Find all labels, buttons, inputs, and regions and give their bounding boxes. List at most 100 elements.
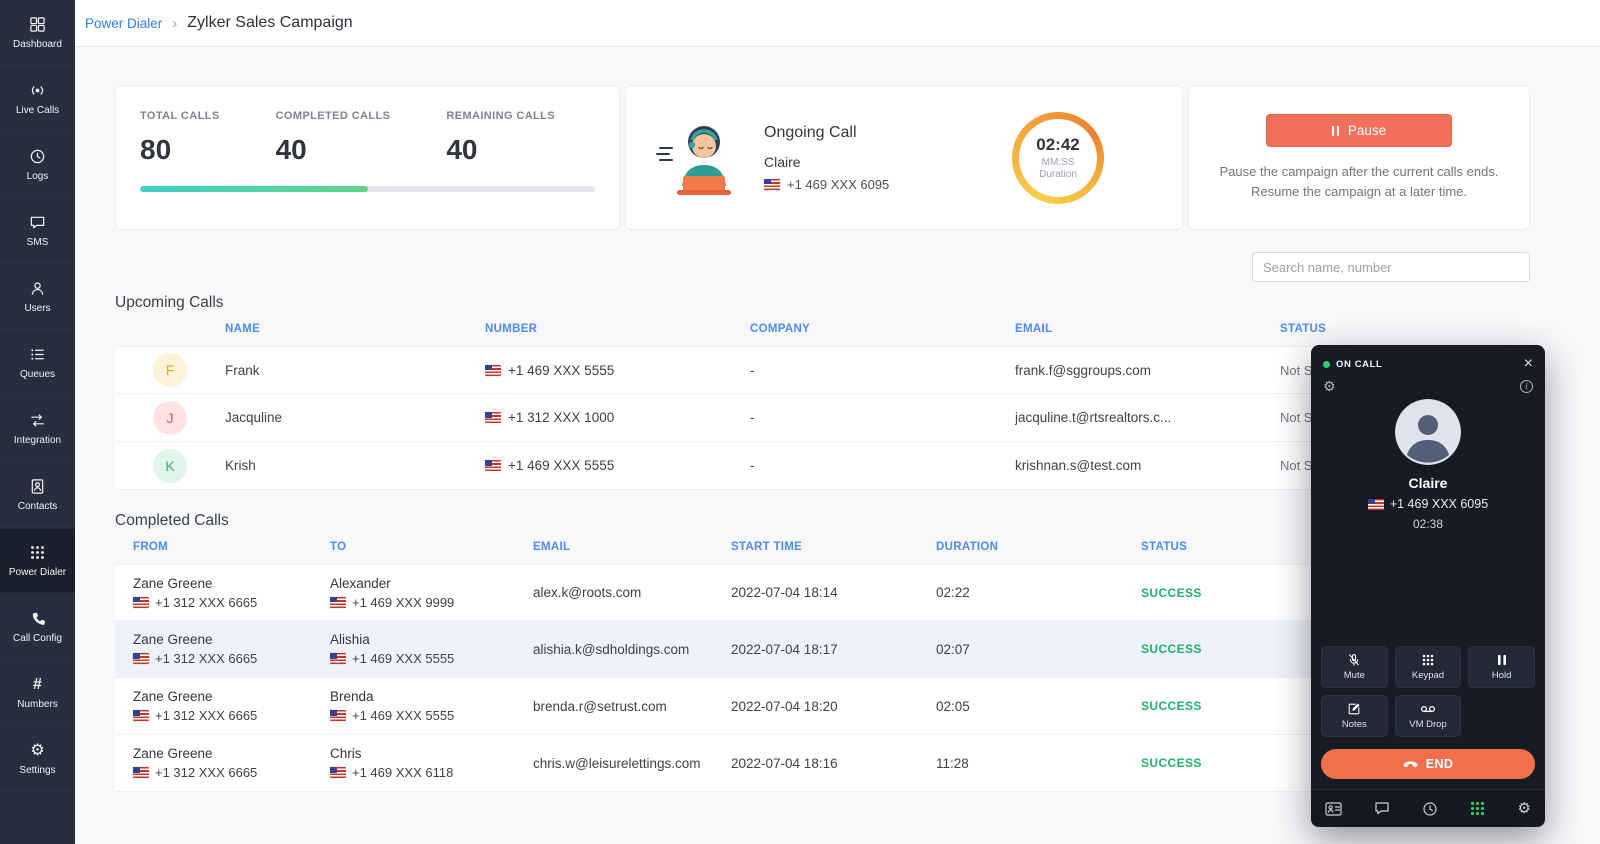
- topbar: Power Dialer › Zylker Sales Campaign: [75, 0, 1600, 47]
- contact-name: Jacquline: [225, 410, 485, 425]
- start-time-cell: 2022-07-04 18:17: [731, 642, 936, 657]
- vm-drop-button[interactable]: VM Drop: [1395, 695, 1462, 737]
- col-header-duration: DURATION: [936, 541, 1141, 553]
- sidebar-item-integration[interactable]: Integration: [0, 396, 75, 462]
- to-cell: Brenda+1 469 XXX 5555: [330, 689, 533, 723]
- breadcrumb-parent-link[interactable]: Power Dialer: [85, 16, 162, 31]
- contact-avatar: F: [153, 353, 187, 387]
- vm-drop-icon: [1420, 702, 1436, 716]
- sidebar-item-users[interactable]: Users: [0, 264, 75, 330]
- keypad-icon: [1422, 653, 1434, 667]
- sidebar-item-live-calls[interactable]: Live Calls: [0, 66, 75, 132]
- sidebar-item-settings[interactable]: ⚙ Settings: [0, 726, 75, 792]
- search-input[interactable]: [1252, 252, 1530, 282]
- numbers-icon: #: [33, 676, 42, 694]
- hold-icon: [1497, 653, 1507, 667]
- start-time-cell: 2022-07-04 18:14: [731, 585, 936, 600]
- caller-number: +1 469 XXX 6095: [1311, 497, 1545, 511]
- mute-button[interactable]: Mute: [1321, 646, 1388, 688]
- keypad-button[interactable]: Keypad: [1395, 646, 1462, 688]
- remaining-calls-stat: REMAINING CALLS 40: [446, 110, 555, 166]
- breadcrumb-separator: ›: [172, 15, 177, 32]
- col-header-start-time: START TIME: [731, 541, 936, 553]
- contact-company: -: [750, 410, 1015, 425]
- queues-icon: [29, 346, 46, 364]
- contact-number: +1 469 XXX 5555: [485, 363, 750, 378]
- ongoing-call-card: Ongoing Call Claire +1 469 XXX 6095 02:4…: [625, 85, 1183, 230]
- settings-icon: ⚙: [30, 742, 44, 760]
- from-cell: Zane Greene+1 312 XXX 6665: [115, 632, 330, 666]
- integration-icon: [29, 412, 46, 430]
- contact-card-icon[interactable]: [1325, 802, 1342, 816]
- call-duration-ring: 02:42 MM:SS Duration: [1012, 112, 1104, 204]
- us-flag-icon: [330, 767, 346, 778]
- ongoing-caller-name: Claire: [764, 154, 889, 170]
- info-icon[interactable]: i: [1520, 380, 1533, 393]
- duration-cell: 11:28: [936, 756, 1141, 771]
- contact-email: krishnan.s@test.com: [1015, 458, 1280, 473]
- us-flag-icon: [133, 597, 149, 608]
- call-widget: ON CALL × ⚙ i Claire +1 469 XXX 6095 02:…: [1311, 345, 1545, 827]
- ongoing-caller-number: +1 469 XXX 6095: [764, 177, 889, 192]
- us-flag-icon: [764, 179, 780, 190]
- col-header-email: EMAIL: [1015, 323, 1280, 335]
- contact-number: +1 469 XXX 5555: [485, 458, 750, 473]
- chat-icon[interactable]: [1374, 801, 1390, 816]
- dialpad-icon[interactable]: [1470, 801, 1485, 816]
- sidebar-item-call-config[interactable]: Call Config: [0, 594, 75, 660]
- col-header-to: TO: [330, 541, 533, 553]
- col-header-company: COMPANY: [750, 323, 1015, 335]
- sidebar-item-logs[interactable]: Logs: [0, 132, 75, 198]
- sidebar-item-sms[interactable]: SMS: [0, 198, 75, 264]
- sidebar-item-dashboard[interactable]: Dashboard: [0, 0, 75, 66]
- us-flag-icon: [485, 460, 501, 471]
- us-flag-icon: [133, 767, 149, 778]
- us-flag-icon: [133, 710, 149, 721]
- col-header-name: NAME: [225, 323, 485, 335]
- call-controls: Mute Keypad Hold Notes VM Drop: [1311, 646, 1545, 737]
- from-cell: Zane Greene+1 312 XXX 6665: [115, 689, 330, 723]
- contact-company: -: [750, 363, 1015, 378]
- caller-name: Claire: [1311, 475, 1545, 491]
- pause-campaign-button[interactable]: Pause: [1266, 114, 1452, 147]
- duration-cell: 02:22: [936, 585, 1141, 600]
- hold-button[interactable]: Hold: [1468, 646, 1535, 688]
- upcoming-table-header: NAME NUMBER COMPANY EMAIL STATUS: [115, 312, 1530, 346]
- us-flag-icon: [330, 597, 346, 608]
- sidebar-item-power-dialer[interactable]: Power Dialer: [0, 528, 75, 594]
- call-config-icon: [30, 610, 46, 628]
- email-cell: alex.k@roots.com: [533, 585, 731, 600]
- contact-avatar: K: [153, 449, 187, 483]
- agent-illustration: [650, 112, 742, 204]
- contact-number: +1 312 XXX 1000: [485, 410, 750, 425]
- col-header-from: FROM: [115, 541, 330, 553]
- call-timer: 02:38: [1311, 517, 1545, 531]
- gear-icon[interactable]: ⚙: [1323, 379, 1336, 393]
- close-icon[interactable]: ×: [1524, 356, 1533, 372]
- contact-email: jacquline.t@rtsrealtors.c...: [1015, 410, 1280, 425]
- sidebar-item-numbers[interactable]: # Numbers: [0, 660, 75, 726]
- col-header-status: STATUS: [1280, 323, 1530, 335]
- history-icon[interactable]: [1422, 801, 1438, 817]
- live-calls-icon: [29, 82, 46, 100]
- on-call-dot-icon: [1323, 361, 1330, 368]
- sidebar-item-queues[interactable]: Queues: [0, 330, 75, 396]
- email-cell: alishia.k@sdholdings.com: [533, 642, 731, 657]
- call-widget-footer: ⚙: [1311, 789, 1545, 827]
- upcoming-calls-title: Upcoming Calls: [115, 294, 1530, 312]
- end-call-button[interactable]: END: [1321, 749, 1535, 779]
- settings-icon[interactable]: ⚙: [1518, 801, 1531, 816]
- notes-button[interactable]: Notes: [1321, 695, 1388, 737]
- sms-icon: [29, 214, 46, 232]
- pause-description: Pause the campaign after the current cal…: [1215, 162, 1503, 201]
- from-cell: Zane Greene+1 312 XXX 6665: [115, 746, 330, 780]
- users-icon: [29, 280, 46, 298]
- sidebar-item-contacts[interactable]: Contacts: [0, 462, 75, 528]
- ongoing-call-title: Ongoing Call: [764, 124, 889, 142]
- contacts-icon: [29, 478, 46, 496]
- page-title: Zylker Sales Campaign: [187, 14, 352, 32]
- us-flag-icon: [330, 653, 346, 664]
- progress-fill: [140, 186, 368, 192]
- duration-cell: 02:05: [936, 699, 1141, 714]
- campaign-progress-bar: [140, 186, 595, 192]
